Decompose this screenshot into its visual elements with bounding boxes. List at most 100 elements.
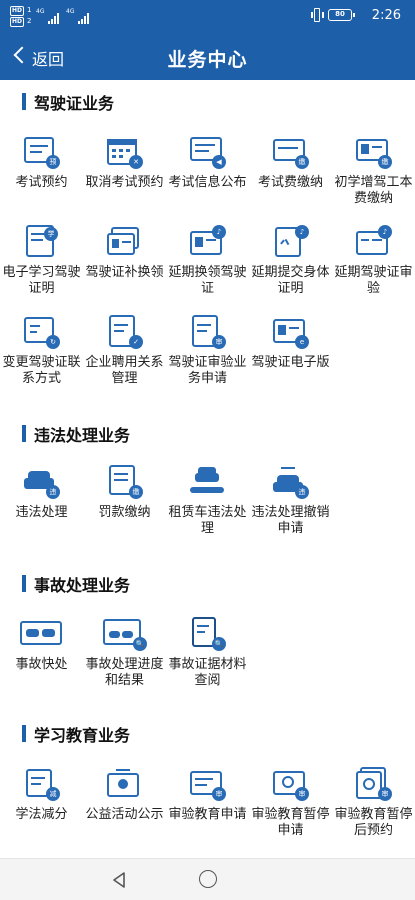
tile-label: 初学增驾工本费缴纳 (334, 175, 413, 206)
section-header-violation: 违法处理业务 (22, 422, 402, 446)
tile-label: 企业聘用关系管理 (85, 355, 164, 386)
tile-violation[interactable]: 违 违法处理 (0, 465, 83, 553)
tile-enterprise[interactable]: ✓ 企业聘用关系管理 (83, 315, 166, 403)
tile-exam-info[interactable]: ◀ 考试信息公布 (166, 135, 249, 223)
app-header: 返回 业务中心 (0, 34, 415, 80)
tile-health-extend[interactable]: ♪ 延期提交身体证明 (249, 225, 332, 313)
tile-education-resume[interactable]: 审 审验教育暂停后预约 (332, 767, 415, 855)
tile-label: 审验教育暂停后预约 (334, 807, 413, 838)
education-pause-icon: 审 (273, 767, 309, 801)
study-points-icon: 减 (24, 767, 60, 801)
section-title: 违法处理业务 (34, 426, 131, 445)
sim1-badge: HD (10, 6, 25, 16)
tile-label: 延期换领驾驶证 (168, 265, 247, 296)
tile-label: 延期驾驶证审验 (334, 265, 413, 296)
fine-payment-icon: 缴 (107, 465, 143, 499)
tile-quick-accident[interactable]: 事故快处 (0, 617, 83, 705)
signal-bars-icon (78, 12, 92, 24)
tile-review-apply[interactable]: 审 驾驶证审验业务申请 (166, 315, 249, 403)
tile-review-education[interactable]: 审 审验教育申请 (166, 767, 249, 855)
section-title: 事故处理业务 (34, 576, 131, 595)
signal-bars-icon (48, 12, 62, 24)
network-type-2: 4G (66, 8, 75, 15)
tile-review-extend[interactable]: ♪ 延期驾驶证审验 (332, 225, 415, 313)
system-nav-bar (0, 858, 415, 900)
section-accent-bar (22, 725, 26, 742)
announcement-card-icon: ◀ (190, 135, 226, 169)
charity-icon (107, 767, 143, 801)
sim2-badge: HD (10, 17, 25, 27)
section-header-education: 学习教育业务 (22, 722, 402, 746)
tile-label: 驾驶证补换领 (85, 265, 164, 280)
tile-change-contact[interactable]: ↻ 变更驾驶证联系方式 (0, 315, 83, 403)
tile-label: 公益活动公示 (85, 807, 164, 822)
tile-e-license[interactable]: e 驾驶证电子版 (249, 315, 332, 403)
section-title: 驾驶证业务 (34, 94, 115, 113)
tile-cancel-exam[interactable]: ✕ 取消考试预约 (83, 135, 166, 223)
tile-fine-payment[interactable]: 缴 罚款缴纳 (83, 465, 166, 553)
tile-label: 事故快处 (15, 657, 68, 672)
learning-certificate-icon: 学 (24, 225, 60, 259)
rental-car-icon (190, 465, 226, 499)
nav-home-icon[interactable] (199, 870, 217, 888)
tile-exam-fee[interactable]: 缴 考试费缴纳 (249, 135, 332, 223)
accident-progress-icon: 🔍 (103, 617, 147, 651)
tile-label: 电子学习驾驶证明 (2, 265, 81, 296)
tile-label: 审验教育申请 (168, 807, 247, 822)
license-extend-icon: ♪ (190, 225, 226, 259)
fee-card-icon: 缴 (273, 135, 309, 169)
tile-label: 违法处理 (15, 505, 68, 520)
nav-back-icon[interactable] (110, 871, 128, 889)
tile-label: 事故证据材料查阅 (168, 657, 247, 688)
quick-accident-icon (20, 617, 64, 651)
tile-label: 延期提交身体证明 (251, 265, 330, 296)
section-header-license: 驾驶证业务 (22, 90, 402, 114)
e-license-icon: e (273, 315, 309, 349)
enterprise-doc-icon: ✓ (107, 315, 143, 349)
status-bar: HD 1 HD 2 4G 4G 80 2:26 (0, 0, 415, 34)
tile-evidence-lookup[interactable]: 🔍 事故证据材料查阅 (166, 617, 249, 705)
contact-change-icon: ↻ (24, 315, 60, 349)
tile-label: 驾驶证电子版 (251, 355, 330, 370)
tile-license-replace[interactable]: 驾驶证补换领 (83, 225, 166, 313)
tile-rental-violation[interactable]: 租赁车违法处理 (166, 465, 249, 553)
clock: 2:26 (371, 8, 401, 23)
status-right: 80 2:26 (311, 6, 401, 26)
evidence-search-icon: 🔍 (190, 617, 226, 651)
section-title: 学习教育业务 (34, 726, 131, 745)
tile-label: 变更驾驶证联系方式 (2, 355, 81, 386)
tile-label: 罚款缴纳 (98, 505, 151, 520)
tile-label: 驾驶证审验业务申请 (168, 355, 247, 386)
exam-booking-icon: 预 (24, 135, 60, 169)
signal-group: HD 1 HD 2 4G 4G (10, 4, 100, 30)
violation-car-icon: 违 (24, 465, 60, 499)
section-accent-bar (22, 425, 26, 442)
tile-exam-booking[interactable]: 预 考试预约 (0, 135, 83, 223)
tile-label: 事故处理进度和结果 (85, 657, 164, 688)
vibrate-icon (311, 8, 324, 22)
tile-violation-revoke[interactable]: 违 违法处理撤销申请 (249, 465, 332, 553)
battery-icon: 80 (328, 9, 355, 21)
license-review-extend-icon: ♪ (356, 225, 392, 259)
section-accent-bar (22, 575, 26, 592)
review-application-icon: 审 (190, 315, 226, 349)
tile-e-learning-proof[interactable]: 学 电子学习驾驶证明 (0, 225, 83, 313)
tile-accident-progress[interactable]: 🔍 事故处理进度和结果 (83, 617, 166, 705)
tile-label: 学法减分 (15, 807, 68, 822)
tile-label: 取消考试预约 (85, 175, 164, 190)
page-title: 业务中心 (167, 49, 248, 71)
tile-education-pause[interactable]: 审 审验教育暂停申请 (249, 767, 332, 855)
tile-label: 审验教育暂停申请 (251, 807, 330, 838)
tile-study-deduct[interactable]: 减 学法减分 (0, 767, 83, 855)
tile-license-extend[interactable]: ♪ 延期换领驾驶证 (166, 225, 249, 313)
tile-label: 违法处理撤销申请 (251, 505, 330, 536)
calendar-cancel-icon: ✕ (107, 135, 143, 169)
tile-label: 租赁车违法处理 (168, 505, 247, 536)
tile-label: 考试预约 (15, 175, 68, 190)
tile-beginner-fee[interactable]: 缴 初学增驾工本费缴纳 (332, 135, 415, 223)
tile-label: 考试信息公布 (168, 175, 247, 190)
tile-charity[interactable]: 公益活动公示 (83, 767, 166, 855)
sim2-number: 2 (27, 17, 32, 25)
section-header-accident: 事故处理业务 (22, 572, 402, 596)
review-education-icon: 审 (190, 767, 226, 801)
